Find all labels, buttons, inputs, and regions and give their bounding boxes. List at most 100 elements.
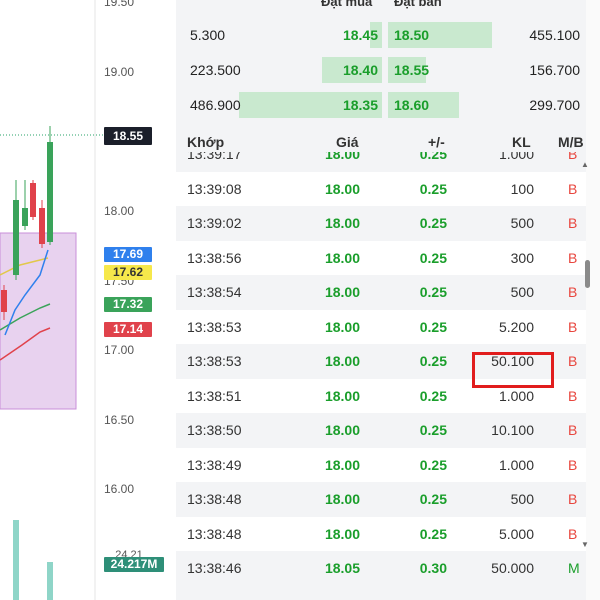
trade-time: 13:38:48 <box>187 491 242 507</box>
trade-price: 18.00 <box>324 284 360 300</box>
indicator-tag: 17.14 <box>104 322 152 337</box>
col-volume[interactable]: KL <box>512 134 531 150</box>
trade-change: 0.25 <box>419 318 447 335</box>
trade-price: 18.00 <box>324 318 360 335</box>
trade-price: 18.00 <box>324 387 360 404</box>
trade-side: B <box>568 215 578 231</box>
trade-price: 18.00 <box>324 491 360 507</box>
price-axis-label: 16.50 <box>104 413 135 427</box>
trade-change: 0.25 <box>419 353 447 369</box>
trade-side: B <box>568 456 578 473</box>
ask-price: 18.60 <box>394 97 430 113</box>
volume-bar <box>13 520 19 600</box>
table-row[interactable]: 13:38:48 18.00 0.25 5.000 B <box>176 516 586 551</box>
ask-price: 18.55 <box>394 62 430 78</box>
trade-change: 0.25 <box>419 491 447 507</box>
table-row[interactable]: 13:38:46 18.05 0.30 50.000 M <box>176 551 586 585</box>
scrollbar-thumb[interactable] <box>585 260 590 288</box>
trade-side: B <box>568 491 578 507</box>
ask-header: Đặt bán <box>394 0 442 9</box>
trade-volume: 50.000 <box>491 560 534 576</box>
scroll-up-icon[interactable]: ▲ <box>581 160 591 169</box>
indicator-tag: 17.62 <box>104 265 152 280</box>
order-book-row[interactable]: 223.500 18.40 18.55 156.700 <box>176 53 586 87</box>
table-row[interactable]: 13:38:54 18.00 0.25 500 B <box>176 275 586 309</box>
col-side[interactable]: M/B <box>558 134 584 150</box>
bid-header: Đặt mua <box>321 0 373 9</box>
trade-time: 13:39:08 <box>187 180 242 197</box>
table-row[interactable]: 13:39:08 18.00 0.25 100 B <box>176 171 586 206</box>
bid-price: 18.35 <box>342 97 378 113</box>
trade-time: 13:38:56 <box>187 249 242 266</box>
table-row[interactable]: 13:38:53 18.00 0.25 5.200 B <box>176 309 586 344</box>
trade-volume: 500 <box>510 284 534 300</box>
order-book-row[interactable]: 486.900 18.35 18.60 299.700 <box>176 88 586 122</box>
col-time[interactable]: Khớp <box>187 134 224 150</box>
trade-side: B <box>568 387 578 404</box>
trade-volume: 100 <box>510 180 534 197</box>
trade-price: 18.00 <box>324 152 360 162</box>
table-row[interactable]: 13:38:56 18.00 0.25 300 B <box>176 240 586 275</box>
last-price-tag: 18.55 <box>104 127 152 145</box>
table-row[interactable]: 13:38:48 18.00 0.25 500 B <box>176 482 586 516</box>
trade-change: 0.25 <box>419 215 447 231</box>
volume-bar <box>47 562 53 600</box>
trade-price: 18.05 <box>324 560 360 576</box>
table-row[interactable]: 13:39:02 18.00 0.25 500 B <box>176 206 586 240</box>
trade-volume: 10.100 <box>491 422 534 438</box>
trade-volume: 5.200 <box>498 318 534 335</box>
order-book-row[interactable]: 5.300 18.45 18.50 455.100 <box>176 18 586 52</box>
candle <box>30 183 36 217</box>
trade-volume: 1.000 <box>498 387 534 404</box>
price-axis-label: 19.50 <box>104 0 135 9</box>
trade-price: 18.00 <box>324 422 360 438</box>
candle <box>39 208 45 244</box>
bid-volume: 5.300 <box>190 27 226 43</box>
col-change[interactable]: +/- <box>428 134 445 150</box>
trade-price: 18.00 <box>324 353 360 369</box>
indicator-tag: 17.69 <box>104 247 152 262</box>
table-row[interactable]: 13:38:50 18.00 0.25 10.100 B <box>176 413 586 447</box>
trade-volume: 500 <box>510 491 534 507</box>
table-row[interactable]: 13:38:49 18.00 0.25 1.000 B <box>176 447 586 482</box>
trade-price: 18.00 <box>324 525 360 542</box>
trade-side: M <box>568 560 580 576</box>
volume-axis-label: 24.21 <box>115 549 143 557</box>
trade-side: B <box>568 353 578 369</box>
price-chart[interactable]: 19.50 19.00 18.00 17.50 17.00 16.50 16.0… <box>0 0 176 600</box>
trade-change: 0.25 <box>419 525 447 542</box>
volume-bars <box>13 520 53 600</box>
volume-tag: 24.217M <box>104 557 164 572</box>
table-row[interactable]: 13:39:17 18.00 0.25 1.000 B <box>176 152 586 171</box>
price-axis-label: 19.00 <box>104 65 135 79</box>
scrollbar[interactable] <box>586 0 600 600</box>
trade-change: 0.25 <box>419 152 447 162</box>
trade-time: 13:38:50 <box>187 422 242 438</box>
trade-change: 0.25 <box>419 284 447 300</box>
scroll-down-icon[interactable]: ▼ <box>581 540 591 549</box>
trade-time: 13:38:53 <box>187 353 242 369</box>
trade-change: 0.25 <box>419 387 447 404</box>
ask-volume: 299.700 <box>529 97 580 113</box>
price-axis-label: 18.00 <box>104 204 135 218</box>
col-price[interactable]: Giá <box>336 134 359 150</box>
ask-volume: 455.100 <box>529 27 580 43</box>
candle <box>1 290 7 312</box>
trade-change: 0.25 <box>419 180 447 197</box>
trade-price: 18.00 <box>324 456 360 473</box>
highlight-annotation <box>472 352 554 388</box>
trade-side: B <box>568 249 578 266</box>
trade-time: 13:38:53 <box>187 318 242 335</box>
trade-volume: 5.000 <box>498 525 534 542</box>
trade-volume: 300 <box>510 249 534 266</box>
trade-volume: 1.000 <box>498 152 534 162</box>
price-axis-label: 17.00 <box>104 343 135 357</box>
trade-time: 13:38:49 <box>187 456 242 473</box>
trade-price: 18.00 <box>324 215 360 231</box>
trade-side: B <box>568 180 578 197</box>
trade-time: 13:38:46 <box>187 560 242 576</box>
trade-time: 13:39:02 <box>187 215 242 231</box>
indicator-tag: 17.32 <box>104 297 152 312</box>
ask-volume: 156.700 <box>529 62 580 78</box>
bid-volume: 486.900 <box>190 97 241 113</box>
